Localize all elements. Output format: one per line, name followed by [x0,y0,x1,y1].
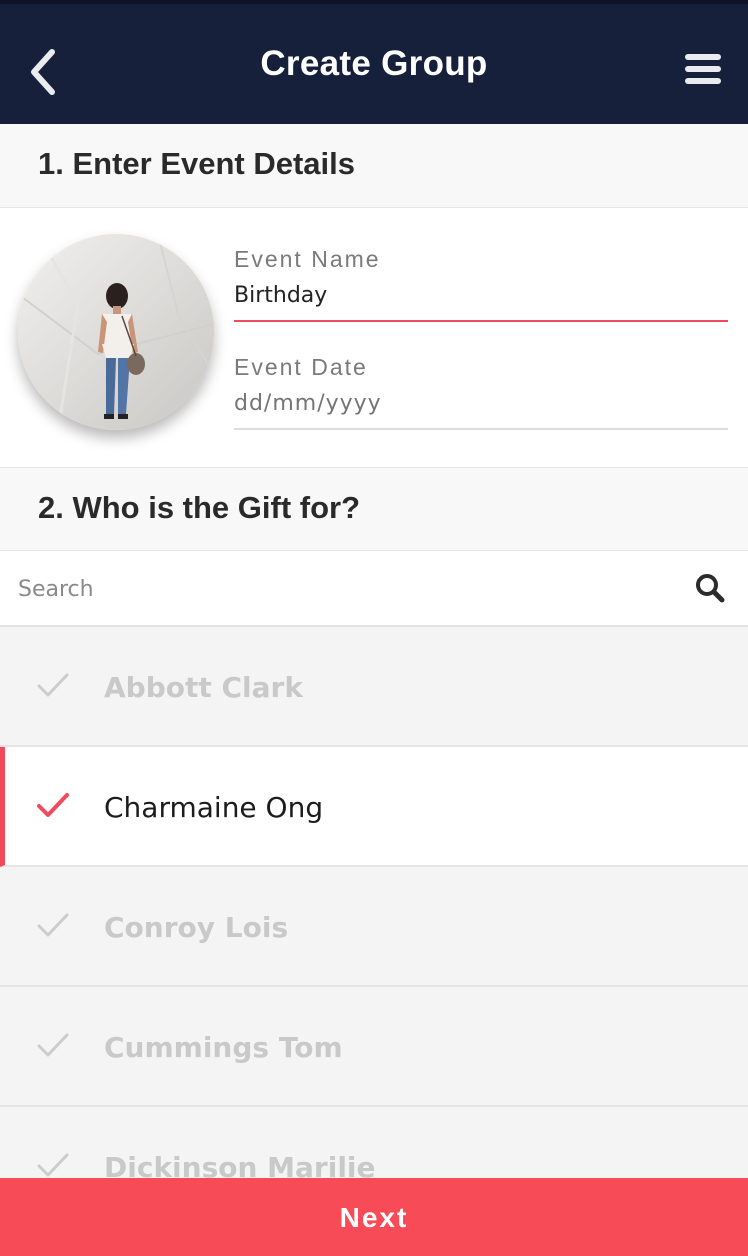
list-item[interactable]: Abbott Clark [0,627,748,747]
menu-button[interactable] [682,54,726,92]
recipient-name: Cummings Tom [104,1031,343,1064]
recipient-name: Abbott Clark [104,671,303,704]
section-heading: 1. Enter Event Details [38,146,356,181]
event-date-label: Event Date [234,354,368,380]
recipient-name: Charmaine Ong [104,791,324,824]
event-name-input[interactable] [234,278,728,322]
event-photo[interactable] [18,234,214,430]
checkmark-icon [37,913,69,937]
list-item[interactable]: Charmaine Ong [0,747,748,867]
list-item[interactable]: Cummings Tom [0,987,748,1107]
page-title: Create Group [260,44,488,83]
recipient-name: Dickinson Marilie [104,1151,376,1178]
checkmark-icon [37,673,69,697]
list-item[interactable]: Conroy Lois [0,867,748,987]
recipient-name: Conroy Lois [104,911,289,944]
event-date-input[interactable] [234,386,728,430]
recipient-list: Abbott Clark Charmaine Ong Conroy Lois Cumm… [0,627,748,1178]
list-item[interactable]: Dickinson Marilie [0,1107,748,1178]
app-header: Create Group [0,0,748,124]
search-input[interactable] [18,569,668,609]
search-button[interactable] [694,572,726,604]
checkmark-icon [37,1153,69,1177]
search-icon [696,574,725,603]
section-heading: 2. Who is the Gift for? [38,490,361,525]
section-gift-recipient-header: 2. Who is the Gift for? [0,467,748,551]
section-event-details-header: 1. Enter Event Details [0,124,748,208]
event-name-label: Event Name [234,246,381,272]
event-details-form: Event Name Event Date [0,208,748,467]
hamburger-menu-icon [682,54,726,84]
next-button[interactable]: Next [0,1178,748,1256]
checkmark-icon [37,1033,69,1057]
checkmark-icon [37,793,69,817]
search-bar [0,551,748,627]
